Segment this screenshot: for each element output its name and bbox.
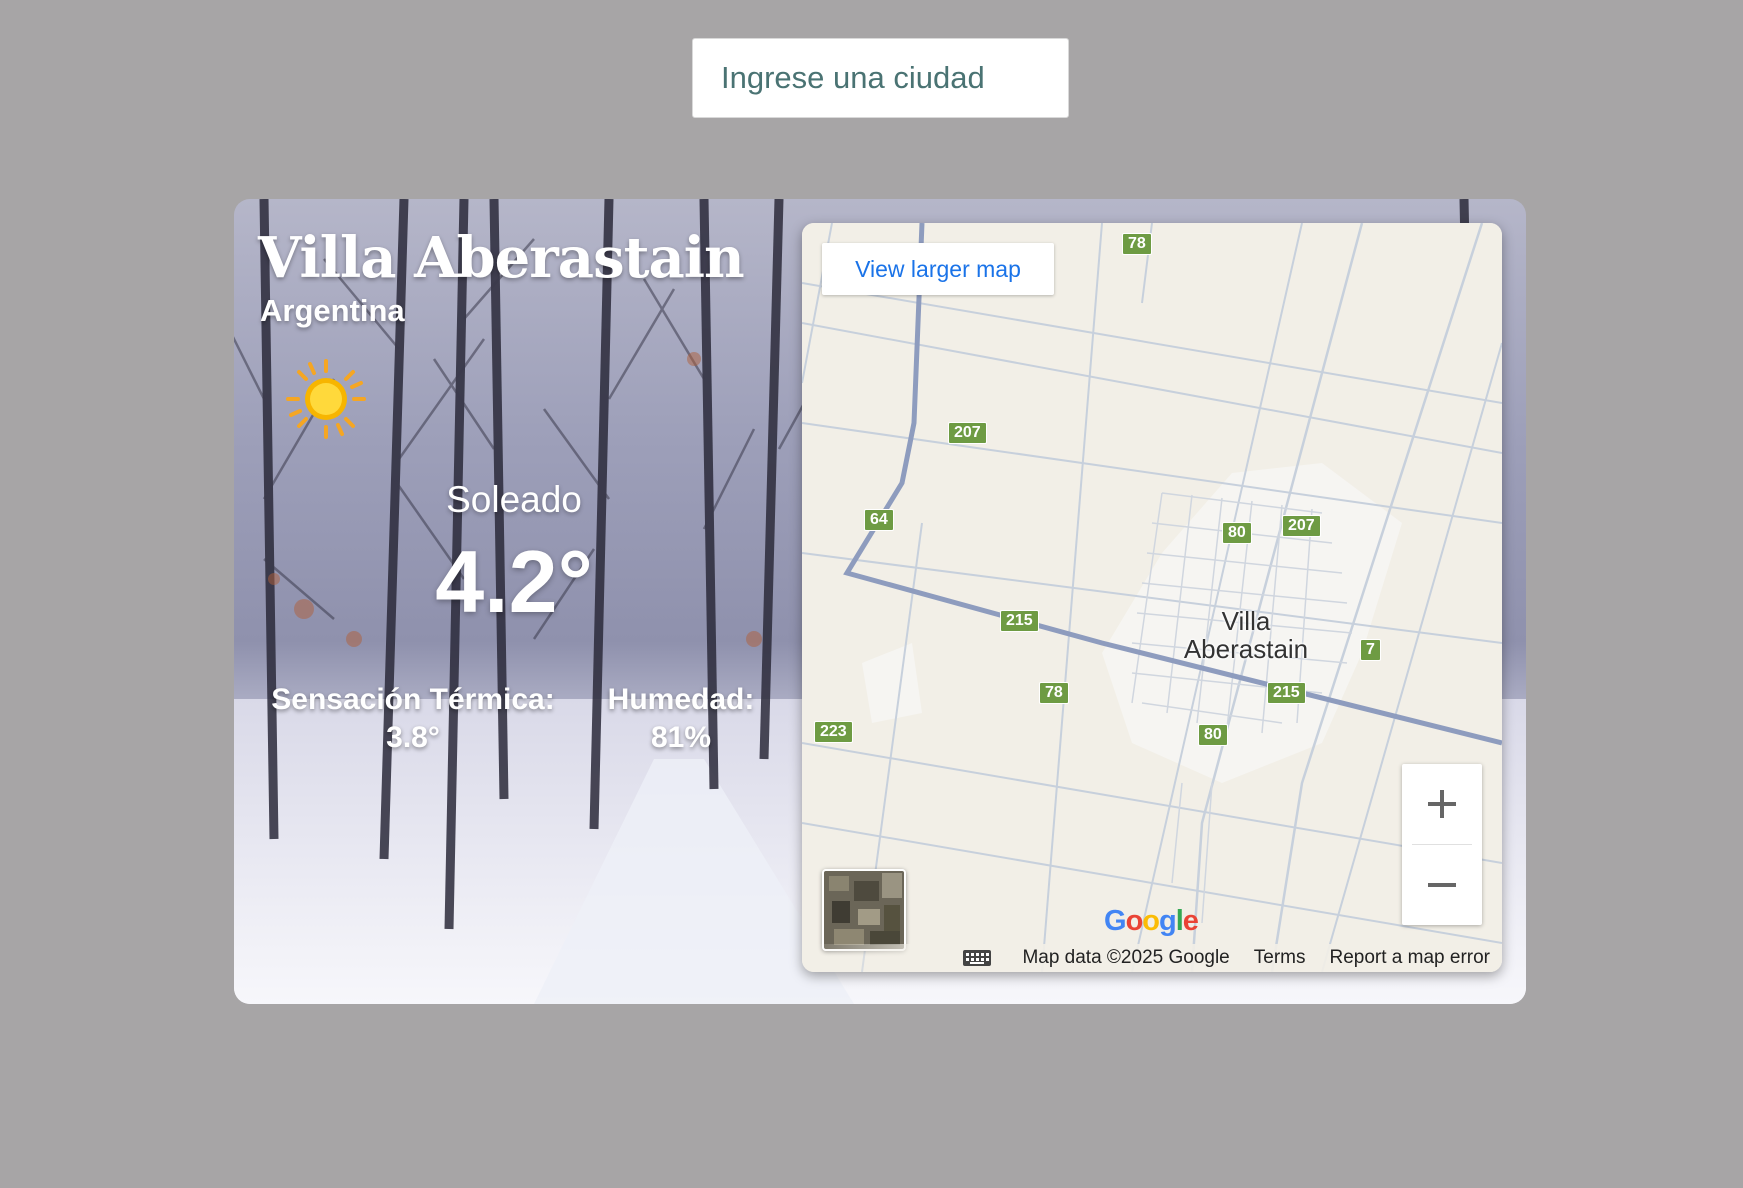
sun-icon <box>286 359 366 439</box>
view-larger-map-link[interactable]: View larger map <box>822 243 1054 295</box>
town-label: Villa Aberastain <box>1148 607 1344 663</box>
route-shield: 215 <box>1000 610 1039 632</box>
route-shield: 207 <box>1282 515 1321 537</box>
map-footer: Map data ©2025 Google Terms Report a map… <box>802 944 1502 972</box>
zoom-control <box>1402 764 1482 925</box>
route-shield: 78 <box>1122 233 1152 255</box>
google-map-embed[interactable]: View larger map 78 207 64 215 80 207 7 7… <box>802 223 1502 972</box>
feels-like-stat: Sensación Térmica: 3.8° <box>258 681 568 757</box>
search-container <box>692 38 1069 118</box>
satellite-thumbnail-icon <box>824 871 904 949</box>
zoom-out-button[interactable] <box>1402 845 1482 925</box>
route-shield: 64 <box>864 509 894 531</box>
google-logo: Google <box>1104 905 1199 937</box>
city-name: Villa Aberastain <box>258 225 745 291</box>
route-shield: 223 <box>814 721 853 743</box>
minus-icon <box>1428 883 1456 887</box>
temperature-value: 4.2° <box>435 532 593 631</box>
feels-like-label: Sensación Térmica: <box>271 683 555 716</box>
route-shield: 215 <box>1267 682 1306 704</box>
feels-like-value: 3.8° <box>386 721 440 754</box>
route-shield: 80 <box>1198 724 1228 746</box>
terms-link[interactable]: Terms <box>1254 947 1306 969</box>
humidity-label: Humedad: <box>607 683 755 716</box>
zoom-in-button[interactable] <box>1402 764 1482 844</box>
map-attribution: Map data ©2025 Google <box>1022 947 1230 968</box>
route-shield: 7 <box>1360 639 1381 661</box>
city-search-input[interactable] <box>692 38 1069 118</box>
town-label-line1: Villa <box>1221 606 1271 636</box>
route-shield: 78 <box>1039 682 1069 704</box>
country-name: Argentina <box>260 293 405 328</box>
report-map-error-link[interactable]: Report a map error <box>1329 947 1490 969</box>
satellite-toggle[interactable] <box>822 869 906 951</box>
humidity-stat: Humedad: 81% <box>596 681 766 757</box>
weather-card: Villa Aberastain Argentina Soleado 4.2° … <box>234 199 1526 1004</box>
keyboard-shortcuts-icon[interactable] <box>962 949 992 967</box>
map-tiles[interactable] <box>802 223 1502 972</box>
humidity-value: 81% <box>650 721 712 754</box>
plus-icon <box>1428 790 1456 818</box>
weather-info-panel: Villa Aberastain Argentina Soleado 4.2° … <box>234 199 804 1004</box>
route-shield: 80 <box>1222 522 1252 544</box>
town-label-line2: Aberastain <box>1183 634 1309 664</box>
route-shield: 207 <box>948 422 987 444</box>
weather-condition: Soleado <box>446 479 582 520</box>
